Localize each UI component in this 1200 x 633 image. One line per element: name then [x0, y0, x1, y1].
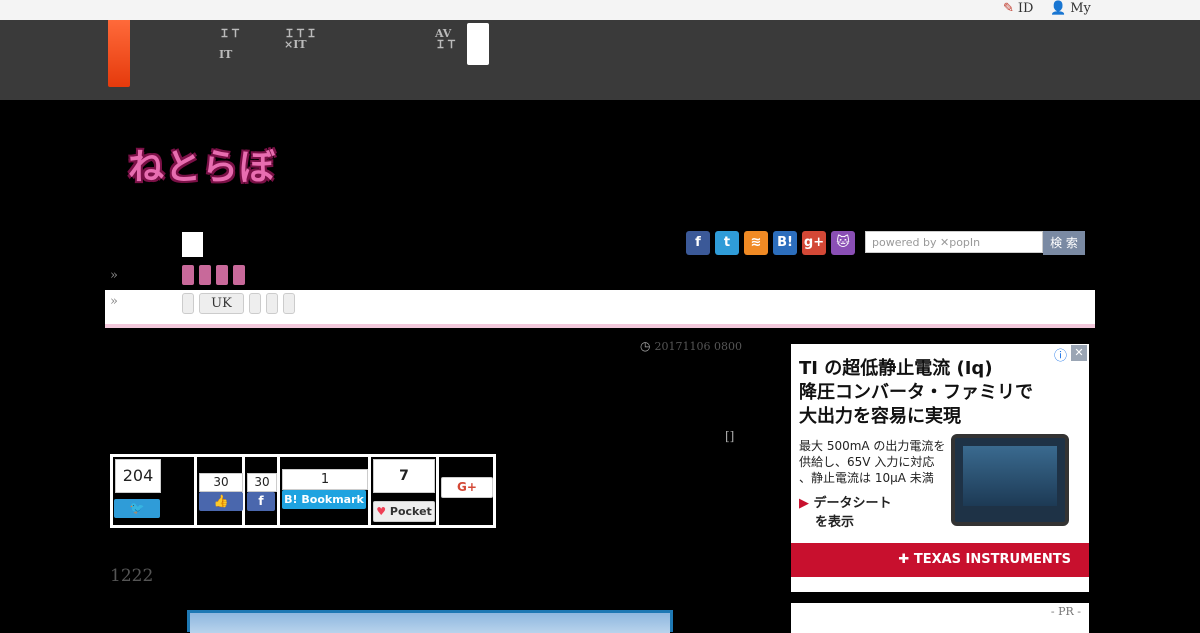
- pocket-button[interactable]: ♥ Pocket: [373, 501, 435, 522]
- googleplus-icon[interactable]: g+: [802, 231, 826, 255]
- share-cell-gplus: G+: [439, 457, 493, 525]
- share-cell-facebook: 30 f: [245, 457, 277, 525]
- site-logo[interactable]: ねとらぼ: [128, 138, 276, 190]
- user-icon: 👤: [1050, 1, 1067, 16]
- twitter-icon: 🐦: [129, 501, 145, 515]
- sub-nav: » UK: [105, 290, 1095, 328]
- article-views: 1222: [110, 566, 154, 586]
- like-button[interactable]: 👍: [199, 492, 243, 511]
- gnav-item-it[interactable]: ＩＴ IT: [219, 28, 241, 60]
- gnav-item-x-it[interactable]: ＩＴＩ ×IT: [284, 28, 317, 50]
- ad-cta[interactable]: ▶ データシート を表示: [799, 492, 892, 530]
- cta-arrow-icon: ▶: [799, 496, 809, 511]
- share-bar: 204 🐦 30 👍 30 f 1 B! Bookmark 7 ♥ Pocket…: [110, 454, 496, 528]
- gnav-item-av[interactable]: AV ＩＴ: [435, 28, 457, 50]
- id-link[interactable]: ✎ ID: [1003, 1, 1033, 16]
- top-utility-bar: ✎ ID 👤 My: [0, 0, 1200, 21]
- subnav-tag-2[interactable]: [249, 293, 261, 314]
- hatena-icon[interactable]: B!: [773, 231, 797, 255]
- ad-close-icon[interactable]: ✕: [1071, 345, 1087, 361]
- like-count: 30: [199, 473, 243, 492]
- pink-tab-1[interactable]: [182, 265, 194, 285]
- pocket-icon: ♥: [376, 505, 387, 518]
- ad-body-4: 、静止電流は 10μA 未満: [799, 471, 934, 485]
- subnav-tag-1[interactable]: [182, 293, 194, 314]
- share-cell-twitter: 204 🐦: [113, 457, 194, 525]
- hatena-count: 1: [282, 469, 368, 490]
- facebook-icon[interactable]: f: [686, 231, 710, 255]
- clock-icon: ◷: [640, 339, 651, 353]
- twitter-count: 204: [115, 459, 161, 493]
- ad-tablet-image: [951, 434, 1069, 526]
- itmedia-logo-tab[interactable]: [108, 20, 130, 87]
- subnav-arrow: »: [110, 294, 118, 309]
- search-form: powered by ✕popIn 検 索: [865, 231, 1085, 255]
- pink-tab-2[interactable]: [199, 265, 211, 285]
- pocket-count: 7: [373, 459, 435, 493]
- pr-label: - PR -: [1050, 605, 1081, 618]
- article-bracket: []: [725, 429, 735, 443]
- hatena-bookmark-button[interactable]: B! Bookmark: [282, 490, 366, 509]
- pr-box: - PR -: [791, 603, 1089, 633]
- ad-body-1: 最大 500mA の出力電流を: [799, 439, 946, 453]
- facebook-share-button[interactable]: f: [247, 492, 275, 511]
- my-link[interactable]: 👤 My: [1050, 1, 1091, 16]
- search-button[interactable]: 検 索: [1043, 231, 1085, 255]
- category-box[interactable]: [182, 232, 203, 257]
- facebook-icon: f: [258, 494, 264, 508]
- cat-icon[interactable]: 🐱: [831, 231, 855, 255]
- ad-headline-1: TI の超低静止電流 (Iq): [799, 358, 993, 379]
- pink-tab-3[interactable]: [216, 265, 228, 285]
- ad-headline-2: 降圧コンバータ・ファミリで: [799, 382, 1033, 403]
- gplus-button[interactable]: G+: [441, 477, 493, 498]
- search-input[interactable]: powered by ✕popIn: [865, 231, 1043, 253]
- ad-brand-bar: ✚ TEXAS INSTRUMENTS: [791, 543, 1089, 577]
- subnav-tag-4[interactable]: [283, 293, 295, 314]
- ad-info-icon[interactable]: ⓘ: [1054, 345, 1067, 364]
- breadcrumb-arrow: »: [110, 268, 118, 283]
- thumbs-up-icon: 👍: [213, 494, 229, 508]
- ad-banner[interactable]: ⓘ ✕ TI の超低静止電流 (Iq) 降圧コンバータ・ファミリで 大出力を容易…: [791, 344, 1089, 592]
- twitter-icon[interactable]: t: [715, 231, 739, 255]
- pencil-icon: ✎: [1003, 1, 1014, 16]
- pink-tab-4[interactable]: [233, 265, 245, 285]
- article-date: ◷ 20171106 0800: [640, 339, 742, 353]
- ad-body-2: 供給し、65V 入力に対応: [799, 455, 935, 469]
- tweet-button[interactable]: 🐦: [114, 499, 160, 518]
- share-cell-like: 30 👍: [197, 457, 243, 525]
- ad-headline-3: 大出力を容易に実現: [799, 406, 961, 427]
- rss-icon[interactable]: ≋: [744, 231, 768, 255]
- facebook-count: 30: [247, 473, 277, 492]
- subnav-tag-uk[interactable]: UK: [199, 293, 244, 314]
- ti-logo-icon: ✚: [898, 552, 910, 567]
- share-cell-pocket: 7 ♥ Pocket: [371, 457, 436, 525]
- article-hero-image[interactable]: [187, 610, 673, 633]
- share-cell-hatena: 1 B! Bookmark: [280, 457, 368, 525]
- gnav-search-box[interactable]: [467, 23, 489, 65]
- subnav-tag-3[interactable]: [266, 293, 278, 314]
- global-nav: ＩＴ IT ＩＴＩ ×IT AV ＩＴ: [0, 20, 1200, 100]
